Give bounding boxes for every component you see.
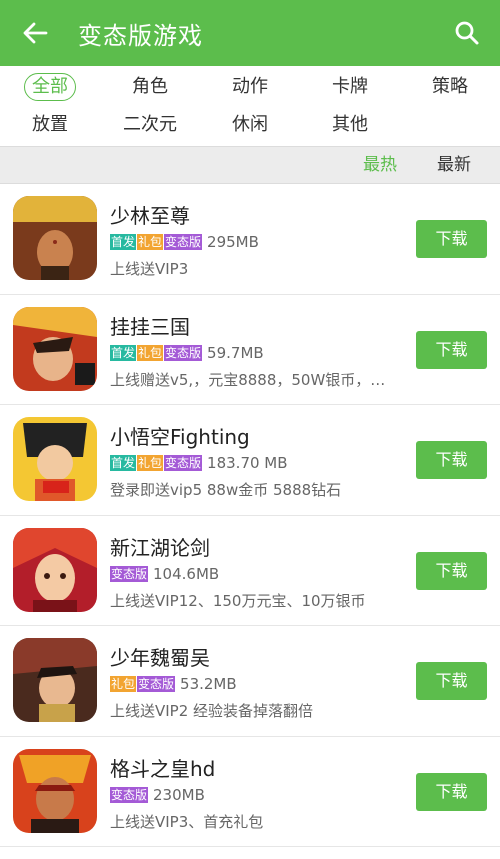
game-meta: 首发 礼包 变态版 183.70 MB [110, 454, 288, 472]
game-meta: 首发 礼包 变态版 295MB [110, 233, 259, 251]
game-description: 上线赠送v5,，元宝8888，50W银币，… [110, 370, 386, 389]
game-name: 格斗之皇hd [110, 756, 216, 781]
game-description: 登录即送vip5 88w金币 5888钻石 [110, 481, 342, 499]
game-description: 上线送VIP2 经验装备掉落翻倍 [110, 702, 314, 720]
game-size: 53.2MB [180, 675, 237, 693]
game-name: 挂挂三国 [110, 314, 190, 339]
game-list-item[interactable]: 挂挂三国 首发 礼包 变态版 59.7MB 上线赠送v5,，元宝8888，50W… [0, 295, 500, 405]
category-strategy[interactable]: 策略 [400, 72, 500, 102]
game-icon [13, 417, 97, 501]
game-list-item[interactable]: 格斗之皇hd 变态版 230MB 上线送VIP3、首充礼包 下载 [0, 737, 500, 847]
game-size: 230MB [153, 785, 205, 804]
game-size: 295MB [207, 233, 259, 251]
game-list-item[interactable]: 小悟空Fighting 首发 礼包 变态版 183.70 MB 登录即送vip5… [0, 405, 500, 516]
category-casual[interactable]: 休闲 [200, 110, 300, 140]
top-bar: 变态版游戏 [0, 0, 500, 66]
sort-bar: 最热 最新 [0, 146, 500, 184]
game-name: 新江湖论剑 [110, 535, 210, 560]
game-description: 上线送VIP3、首充礼包 [110, 812, 264, 831]
back-arrow-icon [23, 22, 48, 44]
game-list-item[interactable]: 新江湖论剑 变态版 104.6MB 上线送VIP12、150万元宝、10万银币 … [0, 516, 500, 626]
download-button[interactable]: 下载 [416, 551, 487, 590]
download-button[interactable]: 下载 [416, 220, 487, 258]
game-meta: 变态版 230MB [110, 786, 205, 804]
page-title: 变态版游戏 [78, 21, 203, 50]
game-description: 上线送VIP12、150万元宝、10万银币 [110, 591, 366, 610]
game-name: 小悟空Fighting [110, 425, 250, 449]
back-button[interactable] [0, 0, 70, 66]
game-icon [13, 748, 97, 833]
tag-bt-version: 变态版 [137, 676, 176, 692]
tag-gift: 礼包 [137, 234, 164, 250]
game-meta: 礼包 变态版 53.2MB [110, 675, 237, 693]
search-button[interactable] [448, 14, 486, 52]
game-name: 少年魏蜀吴 [110, 646, 210, 670]
category-all[interactable]: 全部 [0, 72, 100, 102]
game-icon [13, 196, 97, 280]
search-icon [455, 21, 479, 45]
category-anime[interactable]: 二次元 [100, 110, 200, 140]
category-action[interactable]: 动作 [200, 72, 300, 102]
sort-newest-tab[interactable]: 最新 [437, 147, 471, 183]
game-size: 59.7MB [207, 343, 264, 362]
tag-bt-version: 变态版 [110, 786, 149, 803]
category-idle[interactable]: 放置 [0, 110, 100, 140]
game-description: 上线送VIP3 [110, 260, 189, 278]
game-list-item[interactable]: 少林至尊 首发 礼包 变态版 295MB 上线送VIP3 下载 [0, 184, 500, 295]
game-list: 少林至尊 首发 礼包 变态版 295MB 上线送VIP3 下载 挂挂三国 首发 … [0, 184, 500, 847]
download-button[interactable]: 下载 [416, 662, 487, 700]
tag-gift: 礼包 [110, 676, 137, 692]
game-icon [13, 306, 97, 391]
category-role[interactable]: 角色 [100, 72, 200, 102]
tag-first-release: 首发 [110, 234, 137, 250]
download-button[interactable]: 下载 [416, 772, 487, 811]
tag-gift: 礼包 [137, 344, 164, 361]
category-card[interactable]: 卡牌 [300, 72, 400, 102]
category-other[interactable]: 其他 [300, 110, 400, 140]
game-size: 183.70 MB [207, 454, 288, 472]
tag-bt-version: 变态版 [164, 344, 203, 361]
download-button[interactable]: 下载 [416, 330, 487, 369]
tag-first-release: 首发 [110, 344, 137, 361]
tag-gift: 礼包 [137, 455, 164, 471]
game-list-item[interactable]: 少年魏蜀吴 礼包 变态版 53.2MB 上线送VIP2 经验装备掉落翻倍 下载 [0, 626, 500, 737]
game-meta: 变态版 104.6MB [110, 565, 219, 583]
tag-bt-version: 变态版 [110, 565, 149, 582]
category-filter: 全部 角色 动作 卡牌 策略 放置 二次元 休闲 其他 [0, 66, 500, 146]
game-icon [13, 638, 97, 722]
sort-hottest-tab[interactable]: 最热 [363, 147, 397, 183]
game-icon [13, 527, 97, 612]
game-size: 104.6MB [153, 564, 220, 583]
tag-bt-version: 变态版 [164, 234, 203, 250]
tag-bt-version: 变态版 [164, 455, 203, 471]
game-name: 少林至尊 [110, 204, 190, 228]
download-button[interactable]: 下载 [416, 441, 487, 479]
game-meta: 首发 礼包 变态版 59.7MB [110, 344, 264, 362]
tag-first-release: 首发 [110, 455, 137, 471]
